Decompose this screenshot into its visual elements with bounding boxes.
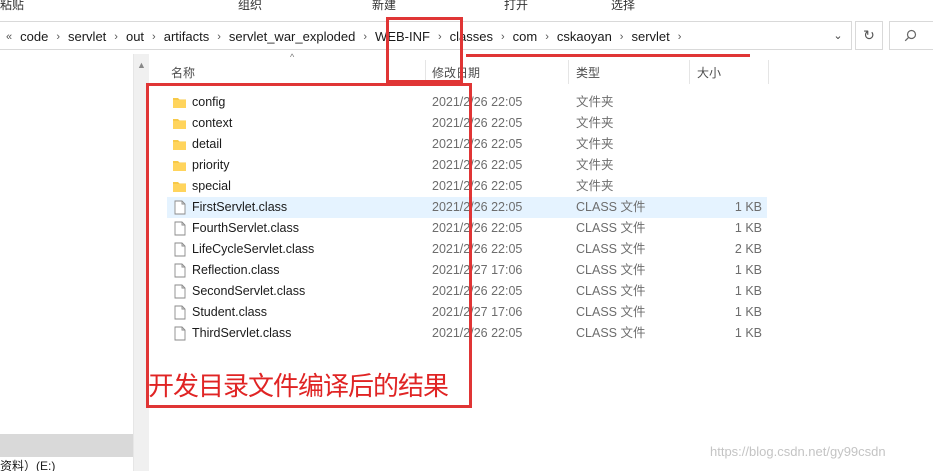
file-type: 文件夹 [576, 158, 614, 172]
file-type: 文件夹 [576, 179, 614, 193]
ribbon: 粘贴 组织 新建 打开 选择 [0, 0, 933, 14]
chevron-right-icon[interactable]: › [210, 31, 228, 43]
file-type: CLASS 文件 [576, 326, 646, 340]
file-type: CLASS 文件 [576, 221, 646, 235]
column-divider[interactable] [568, 60, 569, 84]
file-size [700, 176, 762, 197]
file-type: 文件夹 [576, 95, 614, 109]
file-size: 1 KB [734, 326, 762, 340]
chevron-right-icon[interactable]: › [145, 31, 163, 43]
search-icon [904, 29, 917, 42]
refresh-icon: ↻ [863, 27, 875, 43]
navigation-drive-item[interactable]: 资料）(E:) [0, 457, 55, 471]
file-type: CLASS 文件 [576, 242, 646, 256]
column-divider[interactable] [689, 60, 690, 84]
ribbon-paste-label[interactable]: 粘贴 [0, 0, 24, 13]
ribbon-open-label[interactable]: 打开 [504, 0, 528, 13]
annotation-caption: 开发目录文件编译后的结果 [148, 372, 449, 402]
annotation-web-inf-box [386, 17, 463, 83]
breadcrumb-servlet[interactable]: servlet [630, 29, 670, 44]
navigation-selected-item[interactable] [0, 434, 133, 457]
column-header-type[interactable]: 类型 [576, 60, 600, 84]
ribbon-select-label[interactable]: 选择 [611, 0, 635, 13]
scroll-up-icon[interactable]: ▲ [137, 60, 146, 70]
column-header-size[interactable]: 大小 [697, 60, 721, 84]
file-type: CLASS 文件 [576, 305, 646, 319]
chevron-right-icon[interactable]: › [671, 31, 689, 43]
file-explorer-window: 粘贴 组织 新建 打开 选择 « code › servlet › out › … [0, 0, 933, 471]
chevron-right-icon[interactable]: › [494, 31, 512, 43]
file-size: 1 KB [734, 305, 762, 319]
column-divider[interactable] [768, 60, 769, 84]
ribbon-organize-label[interactable]: 组织 [238, 0, 262, 13]
search-input[interactable] [889, 21, 933, 50]
chevron-right-icon[interactable]: › [538, 31, 556, 43]
annotation-file-list-box [146, 83, 472, 408]
file-size: 1 KB [734, 284, 762, 298]
address-history-dropdown[interactable]: ⌄ [826, 21, 850, 50]
file-type: CLASS 文件 [576, 200, 646, 214]
file-size: 1 KB [734, 221, 762, 235]
breadcrumb-out[interactable]: out [125, 29, 145, 44]
file-size [700, 113, 762, 134]
breadcrumb-servlet-war-exploded[interactable]: servlet_war_exploded [228, 29, 356, 44]
breadcrumb-code[interactable]: code [19, 29, 49, 44]
breadcrumb-cskaoyan[interactable]: cskaoyan [556, 29, 613, 44]
file-size: 1 KB [734, 200, 762, 214]
chevron-down-icon: ⌄ [833, 30, 843, 42]
file-type: 文件夹 [576, 116, 614, 130]
file-type: CLASS 文件 [576, 284, 646, 298]
breadcrumb-artifacts[interactable]: artifacts [163, 29, 211, 44]
breadcrumb-servlet-root[interactable]: servlet [67, 29, 107, 44]
breadcrumb-com[interactable]: com [512, 29, 539, 44]
chevron-right-icon[interactable]: › [356, 31, 374, 43]
chevron-right-icon[interactable]: › [49, 31, 67, 43]
address-bar: « code › servlet › out › artifacts › ser… [0, 18, 933, 54]
chevron-right-icon[interactable]: › [107, 31, 125, 43]
refresh-button[interactable]: ↻ [855, 21, 883, 50]
file-size: 1 KB [734, 263, 762, 277]
column-header-name[interactable]: 名称 [171, 60, 195, 84]
ribbon-new-label[interactable]: 新建 [372, 0, 396, 13]
sort-ascending-icon: ^ [290, 52, 295, 62]
file-size [700, 134, 762, 155]
file-size: 2 KB [734, 242, 762, 256]
annotation-classes-underline [466, 54, 750, 57]
file-size [700, 92, 762, 113]
chevron-left-icon[interactable]: « [4, 31, 19, 43]
file-size [700, 155, 762, 176]
chevron-right-icon[interactable]: › [613, 31, 631, 43]
file-type: CLASS 文件 [576, 263, 646, 277]
file-type: 文件夹 [576, 137, 614, 151]
watermark: https://blog.csdn.net/gy99csdn [710, 444, 886, 459]
